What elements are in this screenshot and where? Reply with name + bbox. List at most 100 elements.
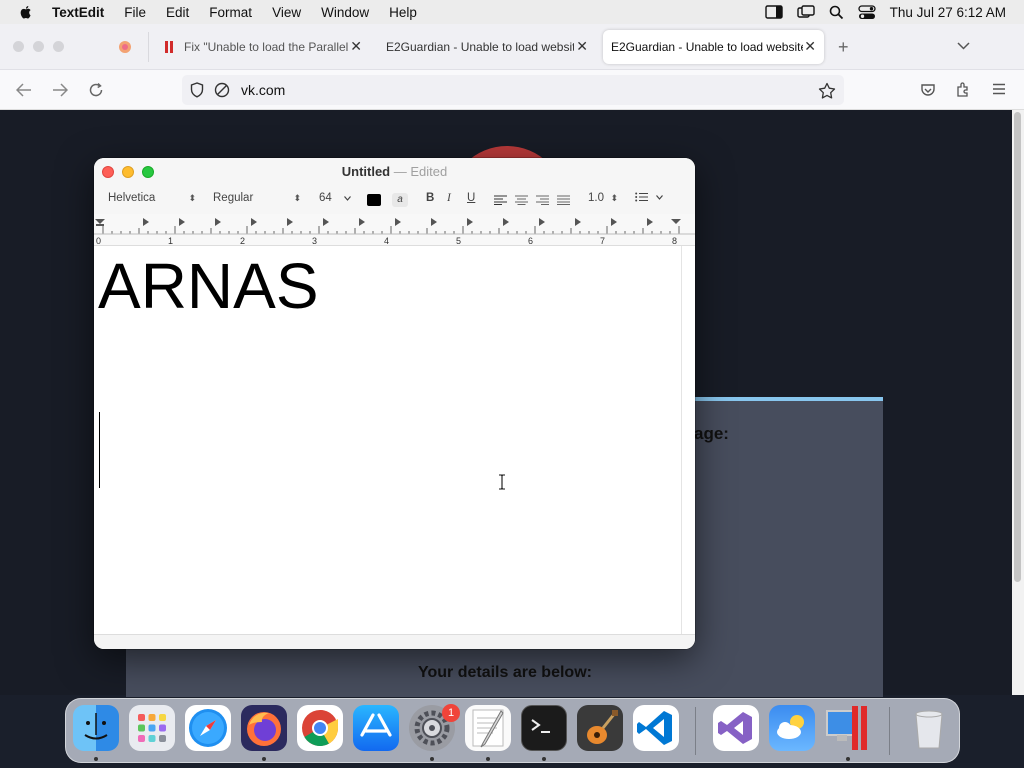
dock-textedit-icon[interactable] bbox=[465, 705, 511, 751]
tracking-shield-icon[interactable] bbox=[190, 82, 204, 98]
dock-chrome-icon[interactable] bbox=[297, 705, 343, 751]
ruler-tab-stop[interactable] bbox=[431, 218, 437, 226]
line-spacing-popup[interactable]: 1.0 ⬍ bbox=[588, 192, 618, 204]
align-left-icon[interactable] bbox=[494, 195, 507, 205]
firefox-view-icon[interactable] bbox=[118, 40, 132, 54]
url-bar[interactable]: vk.com bbox=[182, 75, 844, 105]
menu-help[interactable]: Help bbox=[389, 5, 417, 20]
extensions-puzzle-icon[interactable] bbox=[956, 81, 972, 98]
menu-window[interactable]: Window bbox=[321, 5, 369, 20]
menubar-extras: Thu Jul 27 6:12 AM bbox=[764, 4, 1024, 20]
hamburger-menu-icon[interactable] bbox=[992, 83, 1006, 95]
forward-arrow-icon[interactable] bbox=[52, 83, 68, 97]
textedit-titlebar[interactable]: Untitled — Edited bbox=[94, 158, 695, 186]
ruler-tab-stop[interactable] bbox=[323, 218, 329, 226]
italic-button[interactable]: I bbox=[447, 192, 451, 204]
font-size-combo[interactable]: 64 bbox=[319, 192, 351, 204]
dock-trash-icon[interactable] bbox=[906, 705, 952, 751]
window-minimize-button[interactable] bbox=[122, 166, 134, 178]
ruler-number: 7 bbox=[600, 236, 605, 246]
document-text[interactable]: ARNAS bbox=[98, 250, 319, 322]
app-menu-textedit[interactable]: TextEdit bbox=[52, 5, 104, 20]
dock-visual-studio-icon[interactable] bbox=[713, 705, 759, 751]
ruler[interactable]: 0 1 2 3 4 5 6 7 8 bbox=[94, 214, 695, 246]
list-tabs-chevron-down-icon[interactable] bbox=[957, 42, 970, 50]
dock-terminal-icon[interactable] bbox=[521, 705, 567, 751]
tab-e2guardian-active[interactable]: E2Guardian - Unable to load website ✕ bbox=[603, 30, 824, 64]
new-tab-plus-icon[interactable]: + bbox=[838, 37, 849, 58]
control-center-icon[interactable] bbox=[858, 4, 876, 20]
popup-updown-icon: ⬍ bbox=[188, 192, 196, 203]
card-heading: age: bbox=[694, 424, 729, 443]
screen-mirroring-icon[interactable] bbox=[796, 5, 815, 19]
menu-edit[interactable]: Edit bbox=[166, 5, 189, 20]
ruler-tab-stop[interactable] bbox=[215, 218, 221, 226]
parallels-tab-icon bbox=[165, 41, 173, 53]
bullet-list-icon bbox=[635, 192, 648, 202]
site-info-icon[interactable] bbox=[214, 82, 230, 98]
dock-app-store-icon[interactable] bbox=[353, 705, 399, 751]
dock-garageband-icon[interactable] bbox=[577, 705, 623, 751]
page-scrollbar-thumb[interactable] bbox=[1014, 112, 1021, 582]
ruler-tab-stop[interactable] bbox=[287, 218, 293, 226]
ruler-tab-stop[interactable] bbox=[575, 218, 581, 226]
window-close-button[interactable] bbox=[102, 166, 114, 178]
sidebar-display-icon[interactable] bbox=[764, 5, 783, 19]
tab-parallels-fix[interactable]: Fix "Unable to load the Parallels ✕ bbox=[156, 30, 370, 64]
apple-menu-icon[interactable] bbox=[18, 4, 34, 20]
align-right-icon[interactable] bbox=[536, 195, 549, 205]
dock-weather-icon[interactable] bbox=[769, 705, 815, 751]
document-text-area[interactable]: ARNAS bbox=[94, 246, 682, 634]
document-edited-status: Edited bbox=[410, 164, 448, 179]
back-arrow-icon[interactable] bbox=[16, 83, 32, 97]
ruler-tab-stop[interactable] bbox=[179, 218, 185, 226]
align-center-icon[interactable] bbox=[515, 195, 528, 205]
text-color-well[interactable] bbox=[367, 194, 381, 206]
dock-finder-icon[interactable] bbox=[73, 705, 119, 751]
browser-minimize-button[interactable] bbox=[33, 41, 44, 52]
bold-button[interactable]: B bbox=[426, 192, 434, 204]
highlight-color-well[interactable]: a bbox=[392, 193, 408, 207]
bookmark-star-icon[interactable] bbox=[818, 82, 836, 99]
ruler-tab-stop[interactable] bbox=[251, 218, 257, 226]
ruler-tab-stop[interactable] bbox=[467, 218, 473, 226]
reload-icon[interactable] bbox=[88, 82, 104, 98]
system-settings-badge: 1 bbox=[442, 704, 460, 722]
menu-view[interactable]: View bbox=[272, 5, 301, 20]
ruler-tab-stop[interactable] bbox=[395, 218, 401, 226]
dock-parallels-desktop-icon[interactable] bbox=[825, 705, 871, 751]
ruler-tab-stop[interactable] bbox=[611, 218, 617, 226]
tab-close-icon[interactable]: ✕ bbox=[804, 38, 816, 55]
font-style-popup[interactable]: Regular ⬍ bbox=[213, 192, 301, 204]
tab-close-icon[interactable]: ✕ bbox=[350, 38, 362, 55]
ruler-tab-stop[interactable] bbox=[647, 218, 653, 226]
dock-safari-icon[interactable] bbox=[185, 705, 231, 751]
menu-file[interactable]: File bbox=[124, 5, 146, 20]
ruler-first-line-marker[interactable] bbox=[96, 224, 104, 226]
url-text[interactable]: vk.com bbox=[241, 82, 285, 98]
ruler-left-indent-marker[interactable] bbox=[95, 219, 105, 224]
tab-close-icon[interactable]: ✕ bbox=[576, 38, 588, 55]
menubar-clock[interactable]: Thu Jul 27 6:12 AM bbox=[890, 5, 1006, 20]
underline-button[interactable]: U bbox=[467, 192, 475, 204]
menu-format[interactable]: Format bbox=[209, 5, 252, 20]
browser-zoom-button[interactable] bbox=[53, 41, 64, 52]
ruler-tab-stop[interactable] bbox=[503, 218, 509, 226]
pocket-icon[interactable] bbox=[920, 82, 936, 98]
ruler-tab-stop[interactable] bbox=[143, 218, 149, 226]
window-zoom-button[interactable] bbox=[142, 166, 154, 178]
browser-close-button[interactable] bbox=[13, 41, 24, 52]
ruler-tab-stop[interactable] bbox=[539, 218, 545, 226]
dock-firefox-icon[interactable] bbox=[241, 705, 287, 751]
dock-launchpad-icon[interactable] bbox=[129, 705, 175, 751]
document-title: Untitled bbox=[341, 164, 391, 179]
font-family-popup[interactable]: Helvetica ⬍ bbox=[108, 192, 196, 204]
ruler-right-margin-marker[interactable] bbox=[671, 219, 681, 224]
align-justify-icon[interactable] bbox=[557, 195, 570, 205]
tab-e2guardian-1[interactable]: E2Guardian - Unable to load website ✕ bbox=[378, 30, 596, 64]
ruler-tab-stop[interactable] bbox=[359, 218, 365, 226]
ruler-number: 3 bbox=[312, 236, 317, 246]
dock-vscode-icon[interactable] bbox=[633, 705, 679, 751]
list-bullets-popup[interactable] bbox=[635, 192, 663, 202]
spotlight-search-icon[interactable] bbox=[829, 5, 844, 20]
